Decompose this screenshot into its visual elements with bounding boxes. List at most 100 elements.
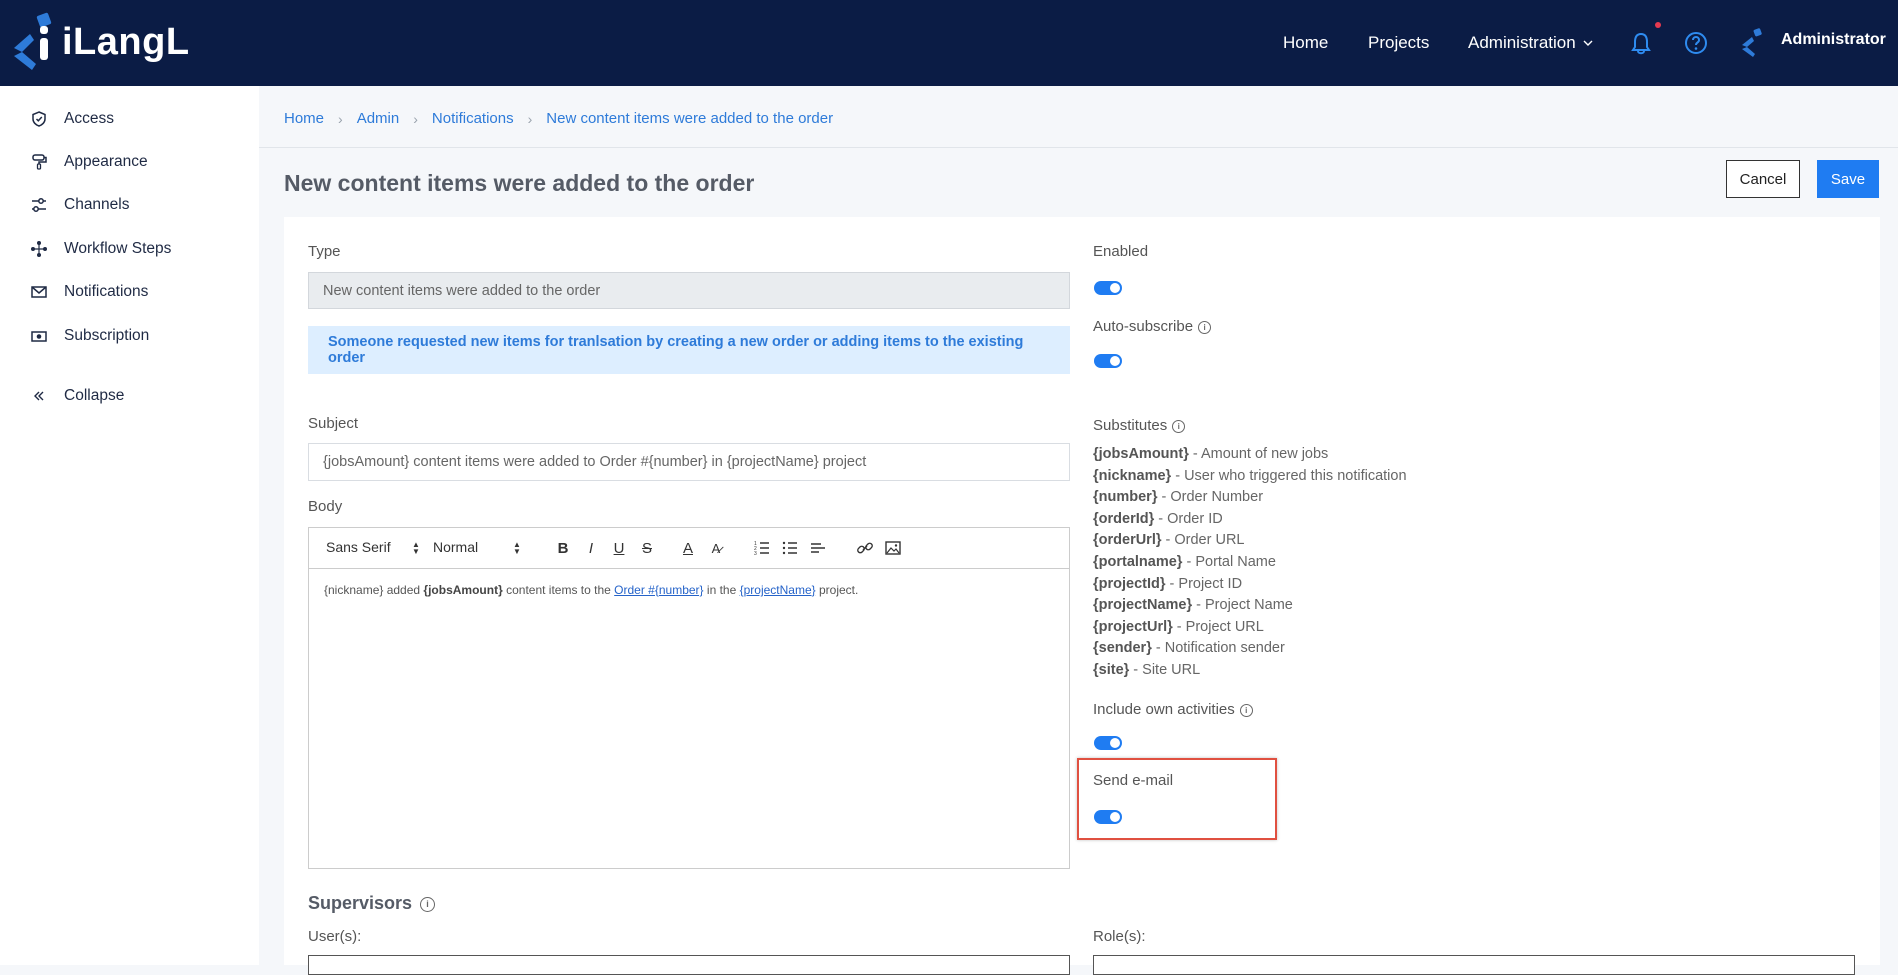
info-icon[interactable]: i	[420, 896, 436, 912]
substitute-desc: - Project ID	[1165, 575, 1243, 592]
save-button[interactable]: Save	[1817, 160, 1879, 198]
text-color-icon[interactable]: A	[679, 539, 697, 557]
sidebar-item-subscription[interactable]: Subscription	[30, 324, 149, 348]
subject-input[interactable]: {jobsAmount} content items were added to…	[308, 443, 1070, 481]
substitute-key: {orderUrl}	[1093, 532, 1162, 549]
substitute-key: {number}	[1093, 489, 1158, 506]
include-own-toggle[interactable]	[1094, 736, 1122, 750]
page-title: New content items were added to the orde…	[284, 170, 755, 196]
substitutes-label: Substitutes i	[1093, 417, 1186, 434]
sliders-icon	[32, 198, 46, 212]
sidebar-item-access[interactable]: Access	[30, 107, 114, 131]
sidebar-item-channels[interactable]: Channels	[30, 193, 130, 217]
roles-label: Role(s):	[1093, 928, 1146, 945]
substitutes-text: Substitutes	[1093, 417, 1168, 434]
collapse-button[interactable]: Collapse	[30, 384, 124, 408]
substitute-key: {sender}	[1093, 640, 1152, 657]
shield-icon	[32, 111, 46, 127]
substitute-desc: - Amount of new jobs	[1188, 446, 1329, 462]
double-chevron-left-icon	[34, 391, 44, 401]
font-size-value: Normal	[433, 539, 479, 555]
body-text: content items to the	[502, 583, 615, 597]
avatar[interactable]	[1740, 28, 1768, 58]
image-icon[interactable]	[884, 539, 902, 557]
users-input[interactable]	[308, 955, 1070, 975]
substitute-item: {sender} - Notification sender	[1093, 638, 1407, 660]
chevron-down-icon[interactable]	[1582, 37, 1594, 49]
info-icon[interactable]: i	[1239, 703, 1253, 717]
sidebar: Access Appearance Channels Workflow Step…	[0, 86, 259, 965]
chevron-right-icon: ›	[413, 110, 418, 127]
order-link[interactable]: Order #{number}	[614, 583, 703, 597]
envelope-icon	[31, 286, 47, 298]
italic-icon[interactable]: I	[582, 539, 600, 557]
paint-roller-icon	[32, 154, 47, 170]
logo[interactable]: iLangL	[10, 12, 190, 72]
substitute-desc: - Order Number	[1157, 489, 1264, 506]
bell-icon[interactable]	[1628, 30, 1654, 56]
strikethrough-icon[interactable]: S	[638, 539, 656, 557]
font-size-select[interactable]: Normal ▲ ▼	[433, 539, 521, 556]
cancel-button[interactable]: Cancel	[1726, 160, 1800, 198]
nav-projects[interactable]: Projects	[1368, 33, 1429, 53]
users-label: User(s):	[308, 928, 362, 945]
underline-icon[interactable]: U	[610, 539, 628, 557]
background-color-icon[interactable]: A̷	[707, 539, 725, 557]
breadcrumb-current[interactable]: New content items were added to the orde…	[546, 110, 833, 127]
breadcrumb-admin[interactable]: Admin	[357, 110, 400, 127]
project-link[interactable]: {projectName}	[740, 583, 816, 597]
substitute-desc: - Project URL	[1172, 618, 1264, 635]
sidebar-item-workflow-steps[interactable]: Workflow Steps	[30, 237, 171, 261]
bullet-list-icon[interactable]	[781, 539, 799, 557]
breadcrumb: Home › Admin › Notifications › New conte…	[284, 110, 833, 127]
sidebar-item-label: Workflow Steps	[64, 240, 172, 257]
nav-administration[interactable]: Administration	[1468, 33, 1576, 53]
link-icon[interactable]	[856, 539, 874, 557]
info-icon[interactable]: i	[1172, 419, 1186, 433]
svg-text:3: 3	[754, 551, 757, 557]
ordered-list-icon[interactable]: 1 2 3	[753, 539, 771, 557]
nav-home[interactable]: Home	[1283, 33, 1328, 53]
substitute-desc: - Notification sender	[1151, 640, 1285, 657]
workflow-icon	[31, 241, 47, 257]
supervisors-title: Supervisors i	[308, 893, 436, 914]
substitute-item: {projectUrl} - Project URL	[1093, 617, 1407, 639]
substitute-desc: - Portal Name	[1182, 553, 1276, 570]
notification-dot	[1655, 22, 1661, 28]
sidebar-item-appearance[interactable]: Appearance	[30, 150, 148, 174]
breadcrumb-notifications[interactable]: Notifications	[432, 110, 514, 127]
select-arrows-icon: ▲ ▼	[513, 540, 521, 556]
enabled-label: Enabled	[1093, 243, 1149, 260]
sidebar-item-label: Subscription	[64, 327, 150, 344]
include-own-label: Include own activities i	[1093, 701, 1253, 718]
enabled-toggle[interactable]	[1094, 281, 1122, 295]
bold-icon[interactable]: B	[554, 539, 572, 557]
font-family-value: Sans Serif	[326, 539, 391, 555]
body-label: Body	[308, 498, 343, 515]
font-family-select[interactable]: Sans Serif ▲ ▼	[326, 539, 420, 556]
substitute-desc: - Order URL	[1161, 532, 1245, 549]
breadcrumb-divider	[259, 147, 1898, 148]
substitute-desc: - Site URL	[1129, 661, 1201, 678]
body-text: project.	[815, 583, 859, 597]
align-icon[interactable]	[809, 539, 827, 557]
body-content: {nickname} added {jobsAmount} content it…	[324, 583, 858, 597]
sidebar-item-notifications[interactable]: Notifications	[30, 280, 148, 304]
user-name[interactable]: Administrator	[1781, 31, 1886, 49]
type-label: Type	[308, 243, 341, 260]
sidebar-item-label: Appearance	[64, 153, 148, 170]
substitute-key: {orderId}	[1093, 510, 1155, 527]
info-icon[interactable]: i	[1198, 320, 1212, 334]
breadcrumb-home[interactable]: Home	[284, 110, 324, 127]
substitute-key: {portalname}	[1093, 553, 1183, 570]
substitute-key: {jobsAmount}	[1093, 446, 1189, 462]
help-icon[interactable]	[1683, 30, 1709, 56]
top-navbar: iLangL Home Projects Administration Admi…	[0, 0, 1898, 86]
collapse-label: Collapse	[64, 387, 125, 404]
substitute-item: {orderId} - Order ID	[1093, 509, 1407, 531]
body-editor[interactable]: {nickname} added {jobsAmount} content it…	[308, 568, 1070, 869]
substitute-item: {jobsAmount} - Amount of new jobs	[1093, 444, 1407, 466]
auto-subscribe-toggle[interactable]	[1094, 354, 1122, 368]
body-text: in the	[703, 583, 740, 597]
roles-input[interactable]	[1093, 955, 1855, 975]
